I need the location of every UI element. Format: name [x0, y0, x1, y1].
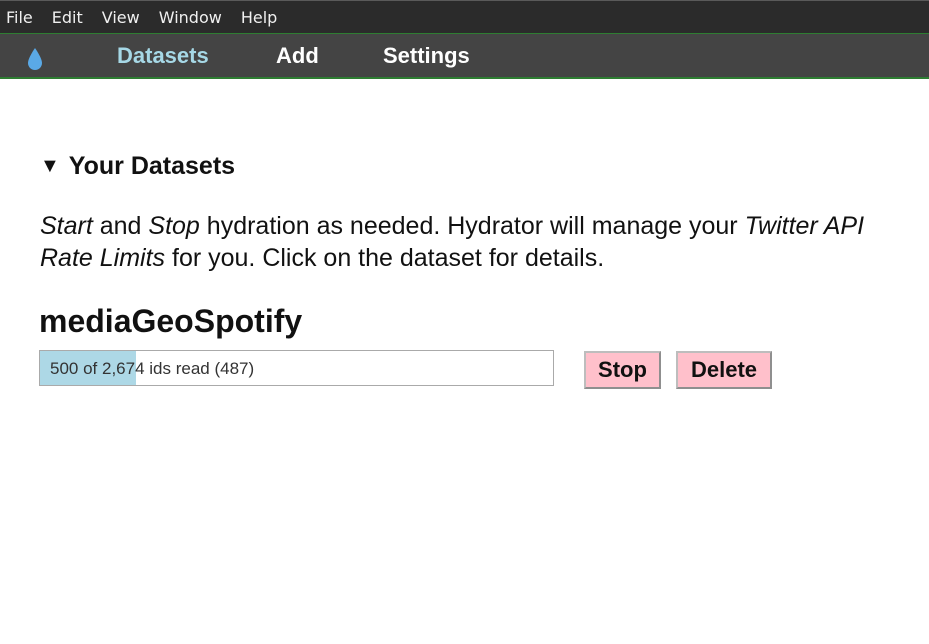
- dataset-progress-bar: 500 of 2,674 ids read (487): [39, 350, 554, 386]
- intro-stop: Stop: [148, 212, 200, 240]
- intro-end: for you. Click on the dataset for detail…: [165, 244, 605, 272]
- dataset-title[interactable]: mediaGeoSpotify: [39, 303, 302, 340]
- intro-start: Start: [40, 212, 93, 240]
- nav-bar: Datasets Add Settings: [0, 33, 929, 79]
- water-drop-icon[interactable]: [25, 46, 45, 72]
- collapse-triangle-icon: ▼: [40, 155, 60, 177]
- nav-datasets-link[interactable]: Datasets: [117, 43, 209, 69]
- nav-add-link[interactable]: Add: [276, 43, 319, 69]
- menu-file[interactable]: File: [6, 8, 33, 27]
- menu-bar: File Edit View Window Help: [0, 0, 929, 33]
- stop-button[interactable]: Stop: [584, 351, 661, 389]
- menu-help[interactable]: Help: [241, 8, 277, 27]
- delete-button[interactable]: Delete: [676, 351, 772, 389]
- menu-view[interactable]: View: [102, 8, 140, 27]
- menu-window[interactable]: Window: [159, 8, 222, 27]
- intro-middle: hydration as needed. Hydrator will manag…: [199, 212, 745, 240]
- progress-label: 500 of 2,674 ids read (487): [50, 359, 255, 378]
- menu-edit[interactable]: Edit: [52, 8, 83, 27]
- intro-text: Start and Stop hydration as needed. Hydr…: [40, 210, 900, 274]
- section-title: Your Datasets: [68, 152, 236, 180]
- your-datasets-toggle[interactable]: ▼ Your Datasets: [40, 152, 235, 181]
- nav-settings-link[interactable]: Settings: [383, 43, 470, 69]
- intro-and: and: [92, 212, 149, 240]
